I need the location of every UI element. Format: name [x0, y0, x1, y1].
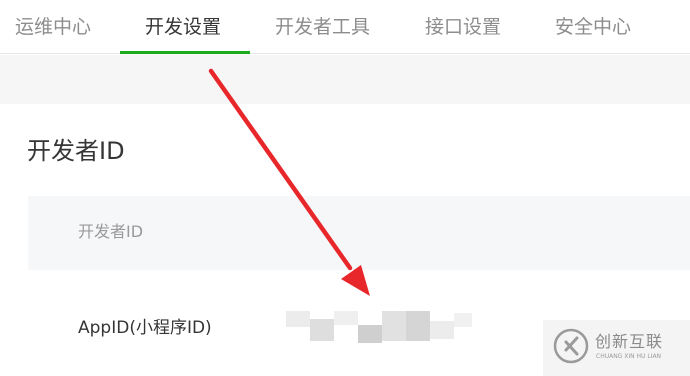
watermark: 创新互联 CHUANG XIN HU LIAN — [543, 320, 690, 376]
brand-logo-icon — [553, 328, 589, 364]
table-header-label: 开发者ID — [78, 222, 144, 241]
appid-label: AppID(小程序ID) — [78, 318, 212, 338]
tab-dev-tools[interactable]: 开发者工具 — [275, 13, 370, 43]
active-tab-indicator — [120, 51, 250, 54]
tab-ops-center[interactable]: 运维中心 — [15, 13, 91, 43]
watermark-brand-en: CHUANG XIN HU LIAN — [596, 353, 662, 360]
watermark-brand-cn: 创新互联 — [595, 332, 664, 351]
appid-value-obscured — [286, 311, 472, 343]
page-banner-strip — [0, 55, 690, 104]
section-title: 开发者ID — [27, 137, 125, 165]
tab-security-center[interactable]: 安全中心 — [555, 13, 631, 43]
table-header: 开发者ID — [28, 196, 690, 270]
tab-dev-settings[interactable]: 开发设置 — [145, 13, 221, 43]
top-tab-bar: 运维中心 开发设置 开发者工具 接口设置 安全中心 — [0, 0, 690, 54]
tab-api-settings[interactable]: 接口设置 — [425, 13, 501, 43]
